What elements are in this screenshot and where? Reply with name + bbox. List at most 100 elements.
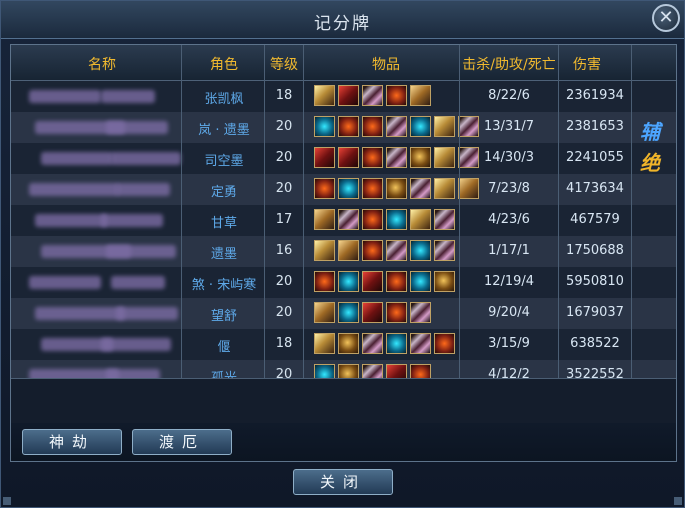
- character-level: 17: [275, 212, 293, 227]
- table-row: 煞 · 宋屿寒 20 12/19/4 5950810: [11, 267, 676, 298]
- item-slots: [314, 271, 464, 295]
- character-level: 20: [275, 305, 293, 320]
- item-icon[interactable]: [338, 147, 359, 168]
- item-icon[interactable]: [386, 271, 407, 292]
- item-icon[interactable]: [338, 333, 359, 354]
- item-icon[interactable]: [386, 333, 407, 354]
- item-icon[interactable]: [338, 240, 359, 261]
- item-icon[interactable]: [338, 116, 359, 137]
- character-level: 20: [275, 119, 293, 134]
- item-icon[interactable]: [386, 302, 407, 323]
- item-icon[interactable]: [434, 271, 455, 292]
- item-icon[interactable]: [314, 209, 335, 230]
- item-icon[interactable]: [338, 271, 359, 292]
- table-header: 名称 角色 等级 物品 击杀/助攻/死亡 伤害: [11, 45, 676, 81]
- item-icon[interactable]: [386, 116, 407, 137]
- duer-button[interactable]: 渡厄: [132, 429, 232, 455]
- character-name: 岚 · 遗墨: [198, 123, 250, 138]
- column-divider: [181, 45, 182, 378]
- item-icon[interactable]: [314, 271, 335, 292]
- item-icon[interactable]: [386, 209, 407, 230]
- item-icon[interactable]: [314, 116, 335, 137]
- table-row: 偃 18 3/15/9 638522: [11, 329, 676, 360]
- player-name-redacted: [101, 338, 171, 351]
- item-icon[interactable]: [410, 302, 431, 323]
- item-slots: [314, 302, 464, 326]
- player-name-redacted: [106, 245, 176, 258]
- scoreboard-window: 记分牌 ✕ 名称 角色 等级 物品 击杀/助攻/死亡 伤害 张凯枫 18 8/22/…: [0, 0, 685, 508]
- player-name-redacted: [35, 307, 125, 320]
- character-name: 望舒: [210, 309, 237, 324]
- role-badge: 辅: [640, 120, 660, 144]
- table-row: 遗墨 16 1/17/1 1750688: [11, 236, 676, 267]
- kda-value: 14/30/3: [483, 150, 535, 165]
- damage-value: 1679037: [566, 305, 624, 320]
- table-row: 司空墨 20 14/30/3 2241055 绝: [11, 143, 676, 175]
- item-icon[interactable]: [314, 302, 335, 323]
- damage-value: 2361934: [566, 88, 624, 103]
- item-icon[interactable]: [410, 209, 431, 230]
- character-name: 张凯枫: [204, 92, 244, 107]
- item-icon[interactable]: [410, 178, 431, 199]
- item-icon[interactable]: [434, 333, 455, 354]
- item-icon[interactable]: [434, 240, 455, 261]
- item-icon[interactable]: [362, 209, 383, 230]
- item-icon[interactable]: [410, 333, 431, 354]
- player-name-redacted: [116, 307, 178, 320]
- column-divider: [558, 45, 559, 378]
- item-icon[interactable]: [338, 302, 359, 323]
- item-icon[interactable]: [338, 85, 359, 106]
- table-row: 定勇 20 7/23/8 4173634: [11, 174, 676, 205]
- item-icon[interactable]: [362, 302, 383, 323]
- damage-value: 4173634: [566, 181, 624, 196]
- character-name: 煞 · 宋屿寒: [191, 278, 257, 293]
- kda-value: 13/31/7: [483, 119, 535, 134]
- item-icon[interactable]: [386, 178, 407, 199]
- item-icon[interactable]: [314, 240, 335, 261]
- table-row: 张凯枫 18 8/22/6 2361934: [11, 81, 676, 112]
- item-icon[interactable]: [314, 333, 335, 354]
- item-icon[interactable]: [338, 178, 359, 199]
- item-icon[interactable]: [362, 178, 383, 199]
- player-name-redacted: [101, 214, 163, 227]
- item-icon[interactable]: [314, 147, 335, 168]
- shenjie-button[interactable]: 神劫: [22, 429, 122, 455]
- item-icon[interactable]: [410, 147, 431, 168]
- item-icon[interactable]: [410, 271, 431, 292]
- close-button[interactable]: 关闭: [293, 469, 393, 495]
- item-icon[interactable]: [362, 333, 383, 354]
- item-slots: [314, 240, 464, 264]
- item-icon[interactable]: [434, 147, 455, 168]
- damage-value: 2241055: [566, 150, 624, 165]
- close-icon[interactable]: ✕: [652, 4, 680, 32]
- item-icon[interactable]: [386, 240, 407, 261]
- item-icon[interactable]: [362, 240, 383, 261]
- player-name-redacted: [29, 90, 101, 103]
- kda-value: 4/23/6: [488, 212, 530, 227]
- damage-value: 5950810: [566, 274, 624, 289]
- item-icon[interactable]: [314, 85, 335, 106]
- character-level: 18: [275, 336, 293, 351]
- corner-decoration: [3, 497, 11, 505]
- header-level: 等级: [270, 57, 298, 73]
- item-icon[interactable]: [434, 178, 455, 199]
- table-row: 望舒 20 9/20/4 1679037: [11, 298, 676, 329]
- item-icon[interactable]: [410, 116, 431, 137]
- character-name: 偃: [217, 340, 231, 355]
- item-icon[interactable]: [386, 85, 407, 106]
- item-icon[interactable]: [362, 147, 383, 168]
- item-icon[interactable]: [338, 209, 359, 230]
- damage-value: 467579: [570, 212, 620, 227]
- item-icon[interactable]: [434, 116, 455, 137]
- item-icon[interactable]: [314, 178, 335, 199]
- item-icon[interactable]: [410, 85, 431, 106]
- item-icon[interactable]: [434, 209, 455, 230]
- item-icon[interactable]: [386, 147, 407, 168]
- item-icon[interactable]: [410, 240, 431, 261]
- item-icon[interactable]: [362, 271, 383, 292]
- header-items: 物品: [372, 57, 400, 73]
- header-damage: 伤害: [573, 57, 601, 73]
- character-level: 20: [275, 181, 293, 196]
- item-icon[interactable]: [362, 85, 383, 106]
- item-icon[interactable]: [362, 116, 383, 137]
